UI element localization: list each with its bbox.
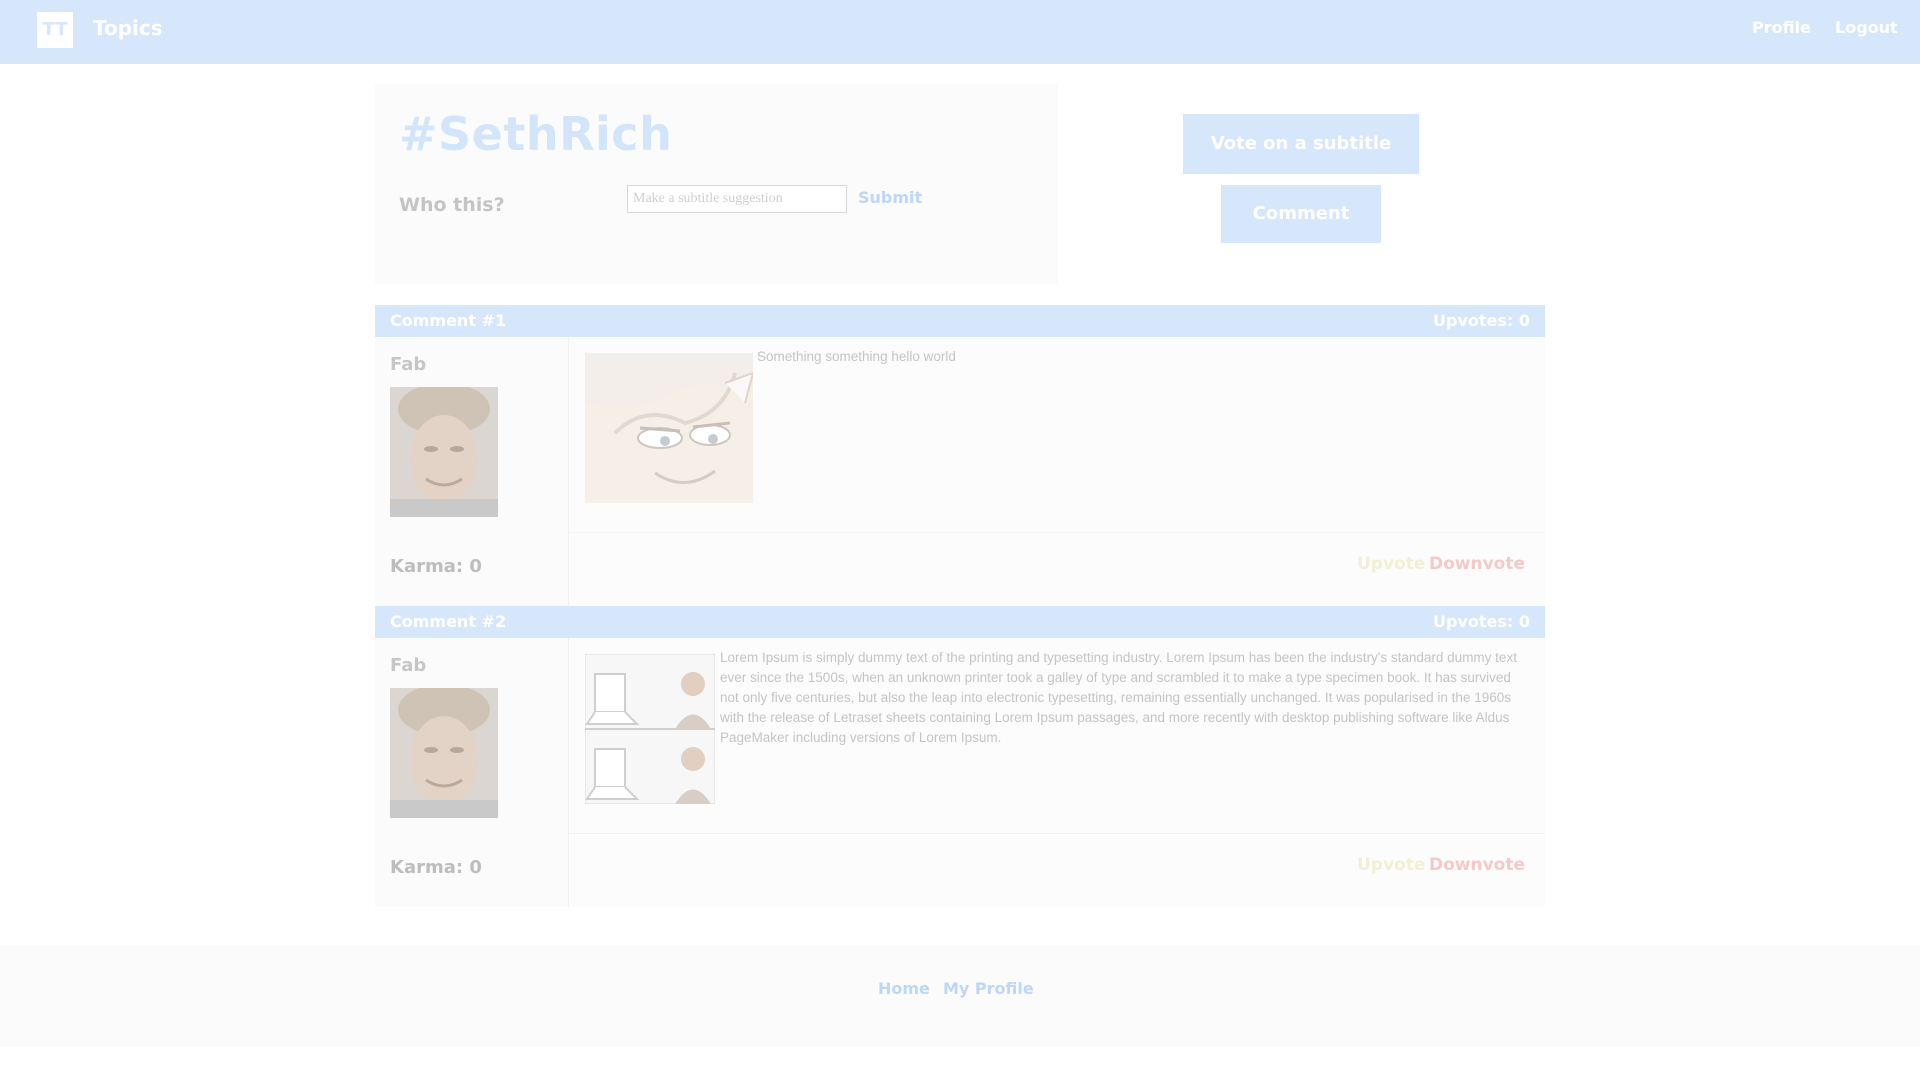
upvote-button[interactable]: Upvote (1357, 854, 1425, 876)
comment-header: Comment #1 Upvotes: 0 (375, 305, 1545, 337)
topic-card: #SethRich Who this? Submit (375, 84, 1058, 284)
comment-upvote-count: Upvotes: 0 (1433, 311, 1530, 330)
comment-number: Comment #2 (390, 612, 507, 631)
comment-number: Comment #1 (390, 311, 507, 330)
comment-image (585, 353, 753, 503)
topic-title: #SethRich (399, 107, 673, 161)
user-avatar (390, 688, 498, 818)
comment-text: Lorem Ipsum is simply dummy text of the … (720, 650, 1517, 745)
footer-home-link[interactable]: Home (878, 979, 930, 999)
comment-username[interactable]: Fab (390, 655, 426, 677)
comment-karma: Karma: 0 (390, 556, 482, 577)
footer: Home My Profile (0, 945, 1920, 1047)
nav-logout-link[interactable]: Logout (1835, 18, 1898, 38)
footer-my-profile-link[interactable]: My Profile (943, 979, 1034, 999)
navbar: TT Topics Profile Logout (0, 0, 1920, 64)
comment-image (585, 654, 715, 804)
submit-subtitle-link[interactable]: Submit (858, 188, 922, 208)
downvote-button[interactable]: Downvote (1429, 553, 1525, 575)
comment-card: Comment #1 Upvotes: 0 Fab Karma: 0 Somet… (375, 305, 1545, 606)
comment-text: Something something hello world (757, 349, 956, 364)
comment-actions: Upvote Downvote (569, 533, 1545, 606)
brand-link[interactable]: Topics (93, 16, 163, 40)
topic-subtitle: Who this? (399, 194, 505, 216)
upvote-button[interactable]: Upvote (1357, 553, 1425, 575)
comment-body: Something something hello world (569, 337, 1545, 533)
comment-username[interactable]: Fab (390, 354, 426, 376)
subtitle-suggestion-input[interactable] (627, 185, 847, 213)
comment-karma: Karma: 0 (390, 857, 482, 878)
downvote-button[interactable]: Downvote (1429, 854, 1525, 876)
comment-body: Lorem Ipsum is simply dummy text of the … (569, 638, 1545, 834)
comment-header: Comment #2 Upvotes: 0 (375, 606, 1545, 638)
comment-upvote-count: Upvotes: 0 (1433, 612, 1530, 631)
user-avatar (390, 387, 498, 517)
comment-author-panel: Fab Karma: 0 (375, 337, 569, 606)
comment-author-panel: Fab Karma: 0 (375, 638, 569, 907)
nav-profile-link[interactable]: Profile (1752, 18, 1811, 38)
vote-subtitle-button[interactable]: Vote on a subtitle (1183, 114, 1419, 174)
comment-actions: Upvote Downvote (569, 834, 1545, 907)
comment-card: Comment #2 Upvotes: 0 Fab Karma: 0 Lorem… (375, 606, 1545, 907)
logo[interactable]: TT (37, 12, 73, 48)
comment-button[interactable]: Comment (1221, 185, 1381, 243)
